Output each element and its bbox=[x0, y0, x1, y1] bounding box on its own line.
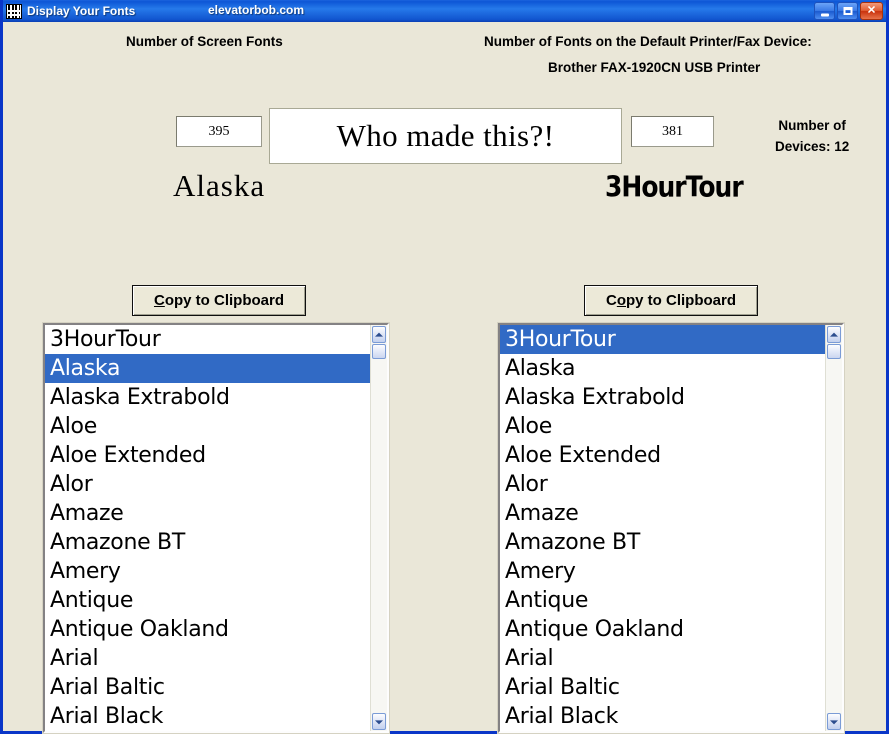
list-item[interactable]: Amery bbox=[500, 557, 825, 586]
list-item[interactable]: 3HourTour bbox=[45, 325, 370, 354]
left-font-preview: Alaska bbox=[173, 168, 266, 203]
list-item[interactable]: Arial Black bbox=[45, 702, 370, 731]
window-title: Display Your Fonts bbox=[27, 4, 136, 18]
scroll-track-left[interactable] bbox=[371, 344, 387, 713]
list-item[interactable]: Alaska bbox=[45, 354, 370, 383]
copy-left-label: Copy to Clipboard bbox=[153, 292, 284, 309]
screen-font-count-field[interactable]: 395 bbox=[176, 116, 262, 147]
copy-to-clipboard-button-right[interactable]: Copy to Clipboard bbox=[584, 285, 758, 316]
list-item[interactable]: Alaska bbox=[500, 354, 825, 383]
scroll-thumb-left[interactable] bbox=[372, 344, 386, 359]
list-item[interactable]: Antique bbox=[45, 586, 370, 615]
scroll-down-icon[interactable] bbox=[372, 713, 386, 730]
device-count-line1: Number of bbox=[778, 118, 846, 133]
printer-fonts-listbox[interactable]: 3HourTour Alaska Alaska Extrabold Aloe Aloe … bbox=[497, 322, 845, 734]
copy-right-label: Copy to Clipboard bbox=[605, 292, 736, 309]
sample-text-box[interactable]: Who made this?! bbox=[269, 108, 622, 164]
screen-fonts-list[interactable]: 3HourTour Alaska Alaska Extrabold Aloe Aloe … bbox=[45, 325, 370, 731]
list-item[interactable]: Arial Black bbox=[500, 702, 825, 731]
scroll-up-icon[interactable] bbox=[372, 326, 386, 343]
list-item[interactable]: Alaska Extrabold bbox=[500, 383, 825, 412]
scroll-track-right[interactable] bbox=[826, 344, 842, 713]
list-item[interactable]: Amaze bbox=[500, 499, 825, 528]
device-count-label: Number of Devices: 12 bbox=[775, 115, 849, 157]
printer-font-count-field[interactable]: 381 bbox=[631, 116, 714, 147]
window-subtitle: elevatorbob.com bbox=[208, 3, 305, 17]
maximize-button[interactable] bbox=[837, 2, 858, 20]
printer-name-label: Brother FAX-1920CN USB Printer bbox=[548, 60, 761, 75]
sample-text: Who made this?! bbox=[336, 118, 555, 153]
list-item[interactable]: Alor bbox=[500, 470, 825, 499]
list-item[interactable]: 3HourTour bbox=[500, 325, 825, 354]
right-font-preview: 3HourTour bbox=[605, 169, 744, 204]
printer-fonts-scrollbar[interactable] bbox=[825, 325, 842, 731]
list-item[interactable]: Antique bbox=[500, 586, 825, 615]
screen-fonts-listbox[interactable]: 3HourTour Alaska Alaska Extrabold Aloe Aloe … bbox=[42, 322, 390, 734]
app-window: Display Your Fonts elevatorbob.com ✕ Num… bbox=[0, 0, 889, 734]
scroll-thumb-right[interactable] bbox=[827, 344, 841, 359]
list-item[interactable]: Antique Oakland bbox=[45, 615, 370, 644]
scroll-down-icon[interactable] bbox=[827, 713, 841, 730]
list-item[interactable]: Aloe bbox=[500, 412, 825, 441]
list-item[interactable]: Aloe Extended bbox=[45, 441, 370, 470]
list-item[interactable]: Arial bbox=[500, 644, 825, 673]
printer-fonts-label: Number of Fonts on the Default Printer/F… bbox=[484, 34, 812, 49]
device-count-line2: Devices: 12 bbox=[775, 139, 850, 154]
list-item[interactable]: Arial Baltic bbox=[500, 673, 825, 702]
list-item[interactable]: Aloe bbox=[45, 412, 370, 441]
list-item[interactable]: Amazone BT bbox=[500, 528, 825, 557]
screen-fonts-scrollbar[interactable] bbox=[370, 325, 387, 731]
list-item[interactable]: Alaska Extrabold bbox=[45, 383, 370, 412]
copy-to-clipboard-button-left[interactable]: Copy to Clipboard bbox=[132, 285, 306, 316]
list-item[interactable]: Amaze bbox=[45, 499, 370, 528]
list-item[interactable]: Amazone BT bbox=[45, 528, 370, 557]
window-controls: ✕ bbox=[814, 2, 884, 20]
list-item[interactable]: Amery bbox=[45, 557, 370, 586]
scroll-up-icon[interactable] bbox=[827, 326, 841, 343]
list-item[interactable]: Alor bbox=[45, 470, 370, 499]
screen-fonts-label: Number of Screen Fonts bbox=[126, 34, 283, 49]
printer-fonts-list[interactable]: 3HourTour Alaska Alaska Extrabold Aloe Aloe … bbox=[500, 325, 825, 731]
title-bar: Display Your Fonts elevatorbob.com ✕ bbox=[3, 0, 886, 22]
list-item[interactable]: Aloe Extended bbox=[500, 441, 825, 470]
close-button[interactable]: ✕ bbox=[860, 2, 883, 20]
client-area: Number of Screen Fonts Number of Fonts o… bbox=[3, 22, 886, 734]
font-grid-icon bbox=[6, 3, 22, 19]
minimize-button[interactable] bbox=[814, 2, 835, 20]
list-item[interactable]: Arial Baltic bbox=[45, 673, 370, 702]
list-item[interactable]: Arial bbox=[45, 644, 370, 673]
list-item[interactable]: Antique Oakland bbox=[500, 615, 825, 644]
